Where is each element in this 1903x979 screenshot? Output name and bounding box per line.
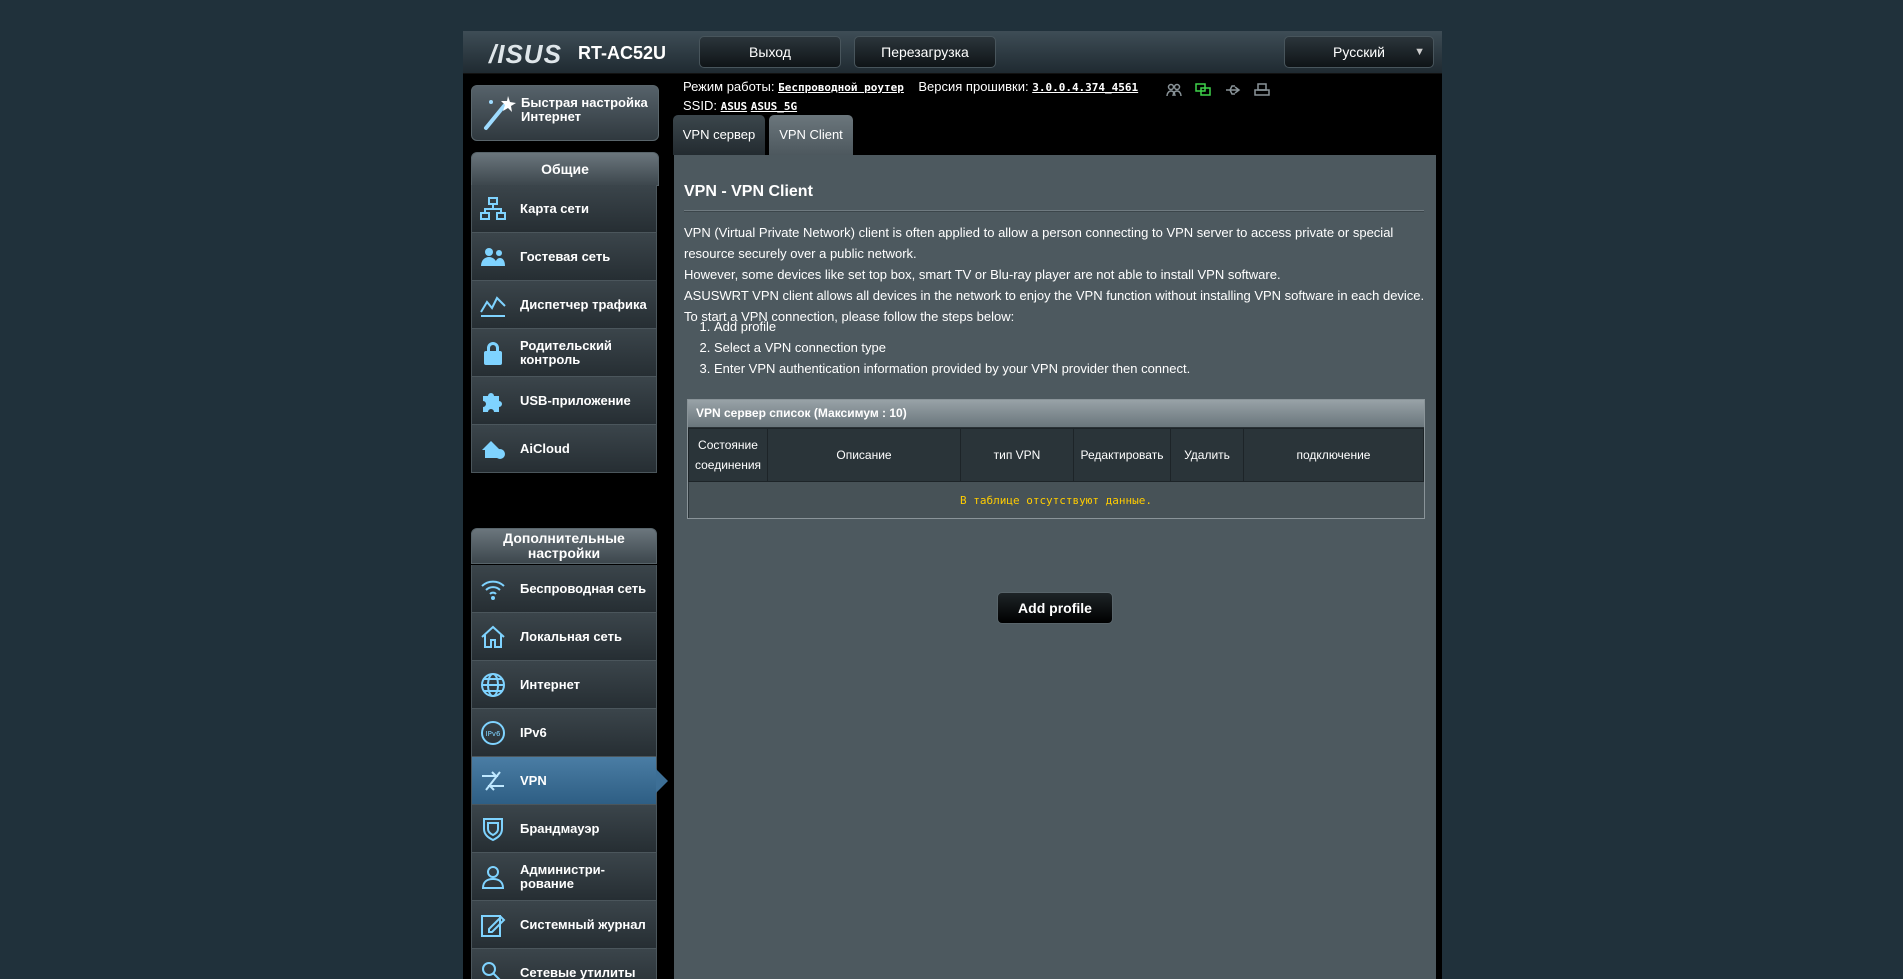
- empty-table-message: В таблице отсутствуют данные.: [688, 481, 1424, 518]
- description: VPN (Virtual Private Network) client is …: [684, 222, 1434, 327]
- sidebar-item-network-tools[interactable]: Сетевые утилиты: [471, 949, 657, 979]
- column-delete: Удалить: [1170, 428, 1244, 482]
- sidebar-item-parental-control[interactable]: Родительский контроль: [471, 329, 657, 377]
- page-title: VPN - VPN Client: [684, 183, 813, 200]
- sidebar-item-network-map[interactable]: Карта сети: [471, 185, 657, 233]
- wifi-icon: [481, 580, 505, 600]
- logout-button[interactable]: Выход: [699, 36, 841, 68]
- sidebar-item-label: Администри-рование: [520, 862, 605, 891]
- sidebar-item-label: AiCloud: [520, 441, 570, 456]
- sidebar-item-wireless[interactable]: Беспроводная сеть: [471, 565, 657, 613]
- network-map-icon: [480, 197, 506, 220]
- sidebar-item-label: USB-приложение: [520, 393, 631, 408]
- step-item: Enter VPN authentication information pro…: [714, 358, 1190, 379]
- quick-internet-setup-button[interactable]: Быстрая настройка Интернет: [471, 85, 659, 141]
- sidebar-item-label: Интернет: [520, 677, 581, 692]
- sidebar-item-label: Брандмауэр: [520, 821, 600, 836]
- tab-vpn-server[interactable]: VPN сервер: [673, 115, 765, 155]
- sidebar-item-firewall[interactable]: Брандмауэр: [471, 805, 657, 853]
- sidebar-item-traffic-manager[interactable]: Диспетчер трафика: [471, 281, 657, 329]
- sidebar-item-label: IPv6: [520, 725, 547, 740]
- firmware-label: Версия прошивки:: [918, 79, 1029, 94]
- sidebar-item-label: Локальная сеть: [520, 629, 622, 644]
- sidebar-item-aicloud[interactable]: AiCloud: [471, 425, 657, 473]
- asus-logo[interactable]: /ISUS: [489, 39, 562, 70]
- reboot-button[interactable]: Перезагрузка: [854, 36, 996, 68]
- puzzle-icon: [483, 393, 502, 412]
- status-bar: Режим работы: Беспроводной роутер Версия…: [683, 78, 1138, 116]
- advanced-section-header: Дополнительные настройки: [471, 528, 657, 564]
- description-line: However, some devices like set top box, …: [684, 267, 1281, 282]
- globe-icon: [481, 673, 505, 697]
- printer-icon[interactable]: [1254, 83, 1271, 97]
- add-profile-button[interactable]: Add profile: [997, 592, 1113, 624]
- language-value: Русский: [1333, 44, 1385, 60]
- vpn-icon: [482, 771, 504, 791]
- ssid-link-5g[interactable]: ASUS_5G: [751, 100, 797, 113]
- column-edit: Редактировать: [1073, 428, 1171, 482]
- status-icons: [1166, 83, 1279, 102]
- home-icon: [481, 625, 505, 648]
- sidebar-item-lan[interactable]: Локальная сеть: [471, 613, 657, 661]
- operation-mode-label: Режим работы:: [683, 79, 775, 94]
- column-connection-status: Состояние соединения: [688, 428, 768, 482]
- ssid-label: SSID:: [683, 98, 717, 113]
- ssid-link-24g[interactable]: ASUS: [721, 100, 748, 113]
- description-line: VPN (Virtual Private Network) client is …: [684, 225, 1394, 261]
- sidebar-item-usb-app[interactable]: USB-приложение: [471, 377, 657, 425]
- sidebar-item-label: Родительский контроль: [520, 338, 612, 367]
- svg-text:IPv6: IPv6: [486, 730, 501, 738]
- chevron-down-icon: ▼: [1414, 46, 1425, 58]
- log-edit-icon: [481, 915, 506, 937]
- sidebar-item-label: Диспетчер трафика: [520, 297, 647, 312]
- sidebar-item-ipv6[interactable]: IPv6 IPv6: [471, 709, 657, 757]
- model-name: RT-AC52U: [578, 43, 667, 63]
- sidebar-item-label: Системный журнал: [520, 917, 646, 932]
- wrench-icon: [482, 962, 501, 979]
- shield-icon: [483, 818, 503, 842]
- column-vpn-type: тип VPN: [960, 428, 1074, 482]
- sidebar-item-internet[interactable]: Интернет: [471, 661, 657, 709]
- router-page: /ISUS RT-AC52U Выход Перезагрузка Русски…: [463, 31, 1442, 979]
- guest-network-icon: [481, 248, 505, 266]
- top-header: /ISUS RT-AC52U Выход Перезагрузка Русски…: [463, 31, 1442, 74]
- column-description: Описание: [767, 428, 961, 482]
- general-section-header: Общие: [471, 152, 659, 186]
- sidebar-item-label: Карта сети: [520, 201, 589, 216]
- table-caption: VPN сервер список (Максимум : 10): [688, 400, 1424, 428]
- vpn-server-list-table: VPN сервер список (Максимум : 10) Состоя…: [687, 399, 1425, 519]
- traffic-manager-icon: [480, 296, 506, 317]
- tab-vpn-client[interactable]: VPN Client: [769, 115, 853, 155]
- cloud-home-icon: [482, 441, 505, 459]
- steps-list: Add profile Select a VPN connection type…: [694, 316, 1190, 379]
- lock-icon: [484, 342, 502, 365]
- sidebar-item-label: Гостевая сеть: [520, 249, 611, 264]
- sidebar-item-label: Беспроводная сеть: [520, 581, 647, 596]
- language-select[interactable]: Русский ▼: [1284, 36, 1434, 68]
- ipv6-icon: IPv6: [481, 721, 505, 745]
- sidebar-item-administration[interactable]: Администри-рование: [471, 853, 657, 901]
- column-connection: подключение: [1243, 428, 1424, 482]
- main-content: VPN - VPN Client VPN (Virtual Private Ne…: [674, 155, 1436, 979]
- operation-mode-link[interactable]: Беспроводной роутер: [778, 81, 904, 94]
- sidebar-item-guest-network[interactable]: Гостевая сеть: [471, 233, 657, 281]
- user-admin-icon: [481, 866, 505, 889]
- magic-wand-icon: [484, 96, 516, 130]
- title-divider: [684, 210, 1424, 212]
- sidebar-item-label: VPN: [520, 773, 547, 788]
- description-line: ASUSWRT VPN client allows all devices in…: [684, 288, 1425, 303]
- usb-icon[interactable]: [1225, 83, 1241, 97]
- clients-icon[interactable]: [1166, 83, 1182, 97]
- step-item: Add profile: [714, 316, 1190, 337]
- sidebar-item-system-log[interactable]: Системный журнал: [471, 901, 657, 949]
- sidebar-item-vpn[interactable]: VPN: [471, 757, 668, 805]
- quick-setup-label: Быстрая настройка Интернет: [521, 95, 648, 124]
- firmware-link[interactable]: 3.0.0.4.374_4561: [1032, 81, 1138, 94]
- network-connected-icon[interactable]: [1195, 83, 1212, 97]
- sidebar-item-label: Сетевые утилиты: [520, 965, 636, 979]
- step-item: Select a VPN connection type: [714, 337, 1190, 358]
